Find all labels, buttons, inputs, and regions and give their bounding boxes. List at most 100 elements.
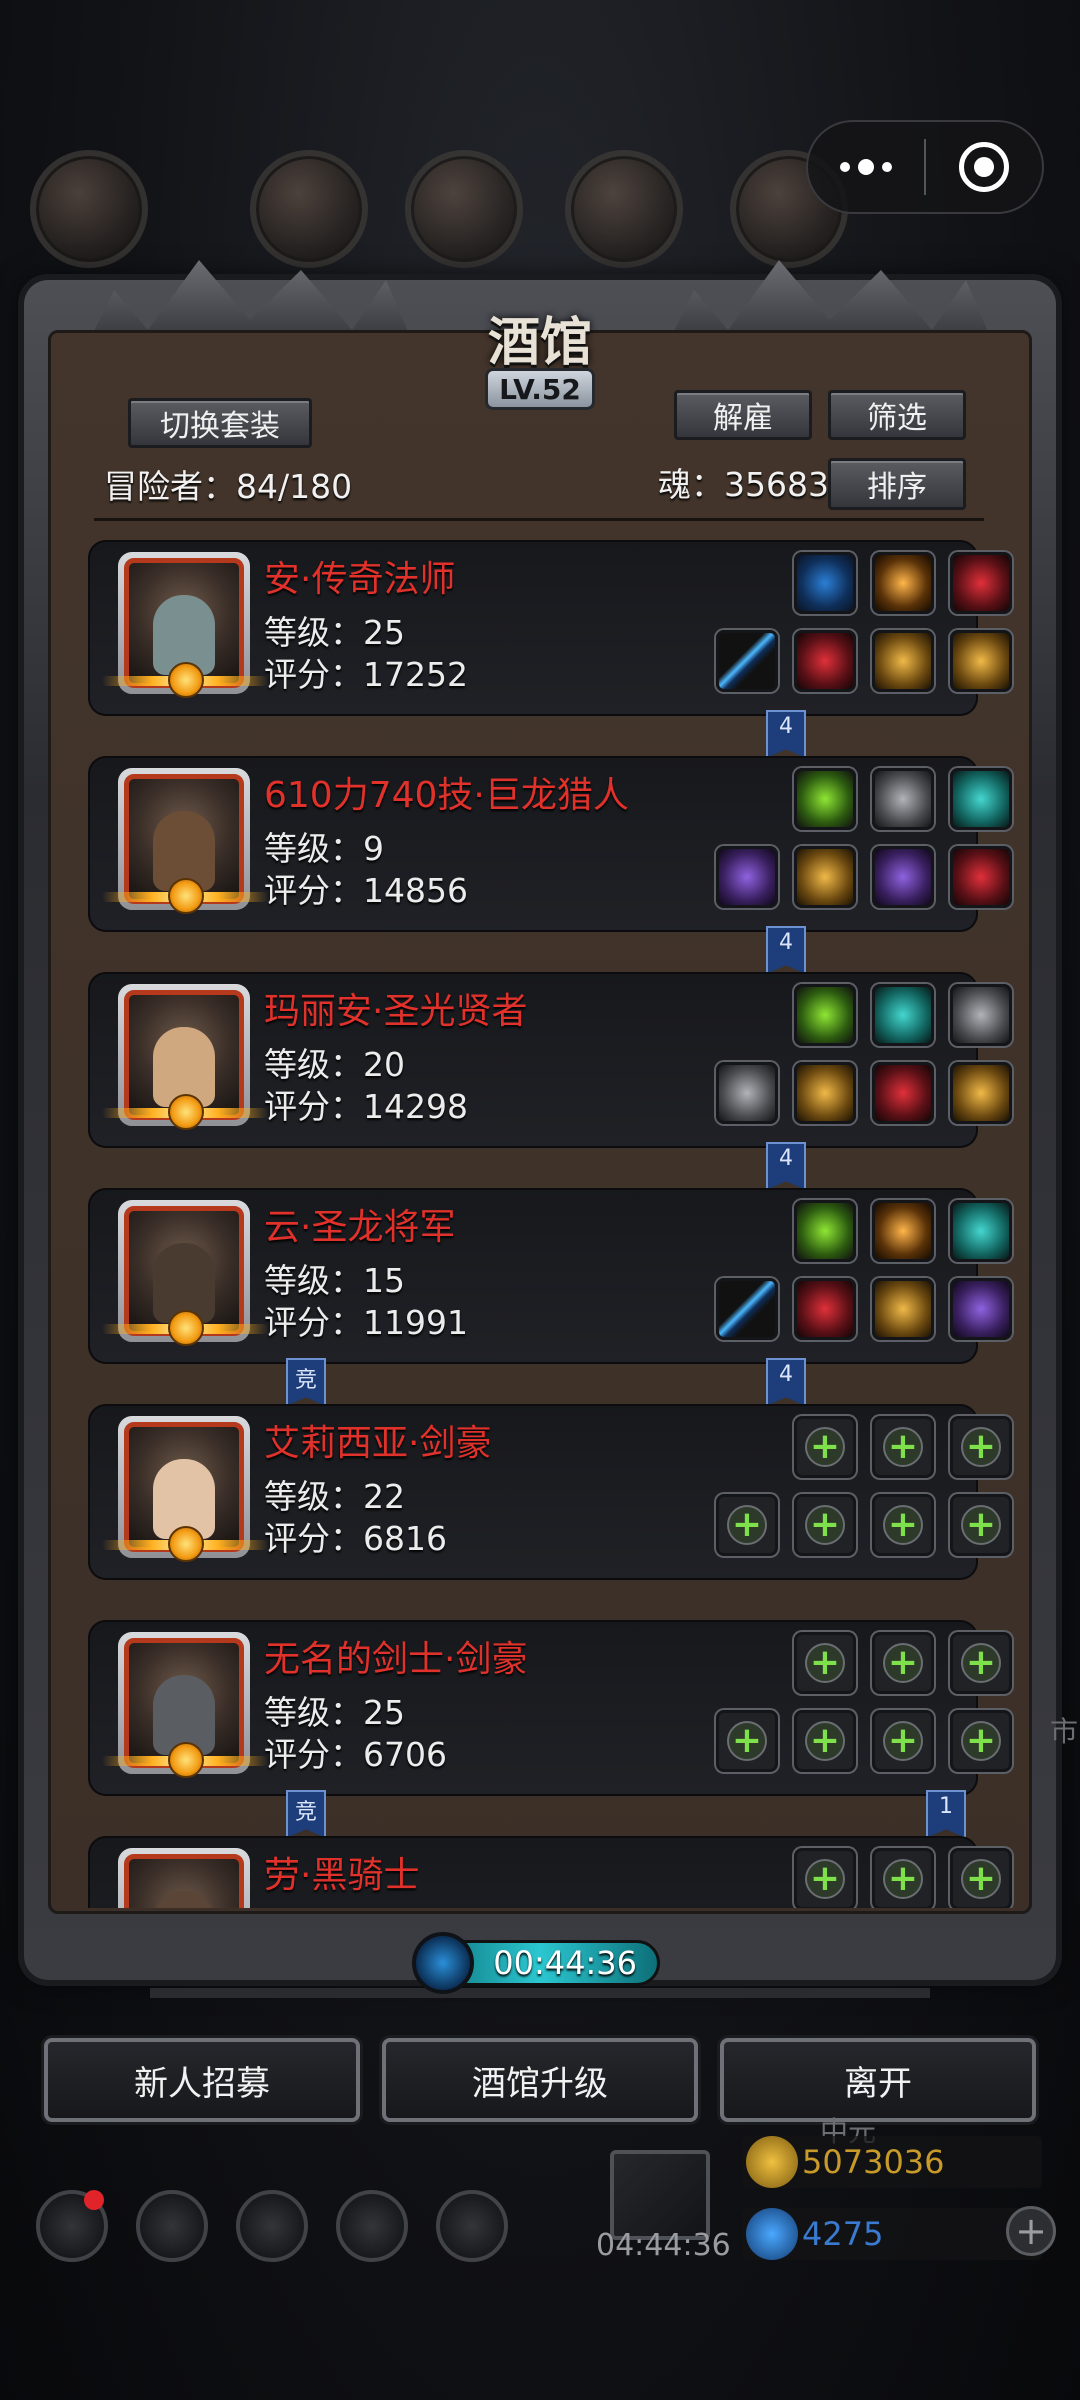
hero-card[interactable]: 劳·黑骑士 + + + xyxy=(88,1836,1012,1908)
hero-score: 评分：6706 xyxy=(264,1735,447,1774)
plus-icon: + xyxy=(805,1721,845,1761)
shield-icon[interactable] xyxy=(950,846,1012,908)
green-crystal-icon[interactable] xyxy=(794,1200,856,1262)
badge-icon[interactable] xyxy=(136,2190,208,2262)
empty-slot-add[interactable]: + xyxy=(716,1710,778,1772)
top-helmet-icon[interactable] xyxy=(250,150,368,268)
empty-slot-add[interactable]: + xyxy=(794,1494,856,1556)
book-icon[interactable] xyxy=(950,630,1012,692)
hero-card[interactable]: 艾莉西亚·剑豪 等级：22 评分：6816 + + + + + + + xyxy=(88,1404,1012,1580)
lantern-icon[interactable] xyxy=(872,552,934,614)
hero-name: 安·传奇法师 xyxy=(264,559,456,600)
empty-slot-add[interactable]: + xyxy=(794,1632,856,1694)
upgrade-tavern-button[interactable]: 酒馆升级 xyxy=(382,2038,698,2122)
chest-armor-icon[interactable] xyxy=(794,1062,856,1124)
empty-slot-add[interactable]: + xyxy=(950,1632,1012,1694)
hero-name: 云·圣龙将军 xyxy=(264,1207,456,1248)
green-crystal-icon[interactable] xyxy=(794,984,856,1046)
armor-icon[interactable] xyxy=(794,846,856,908)
empty-slot-add[interactable]: + xyxy=(872,1848,934,1908)
orb-icon[interactable] xyxy=(794,552,856,614)
hero-level: 等级：20 xyxy=(264,1045,405,1084)
rank-medal-icon xyxy=(168,878,204,914)
ring-icon[interactable] xyxy=(872,630,934,692)
green-crystal-icon[interactable] xyxy=(794,768,856,830)
dismiss-button[interactable]: 解雇 xyxy=(674,390,812,440)
recruit-button[interactable]: 新人招募 xyxy=(44,2038,360,2122)
plus-icon: + xyxy=(883,1643,923,1683)
empty-slot-add[interactable]: + xyxy=(872,1632,934,1694)
adventurer-count: 冒险者：84/180 xyxy=(104,467,353,506)
empty-slot-add[interactable]: + xyxy=(872,1494,934,1556)
close-miniprogram-button[interactable] xyxy=(926,122,1042,212)
hero-card[interactable]: 云·圣龙将军 等级：15 评分：11991 xyxy=(88,1188,1012,1364)
empty-slot-add[interactable]: + xyxy=(950,1710,1012,1772)
gift-icon[interactable] xyxy=(610,2150,710,2240)
codex-icon[interactable] xyxy=(236,2190,308,2262)
top-event-icon[interactable] xyxy=(30,150,148,268)
plus-icon: + xyxy=(883,1505,923,1545)
crossbow-icon[interactable] xyxy=(716,846,778,908)
sort-button[interactable]: 排序 xyxy=(828,458,966,510)
plus-icon: + xyxy=(883,1721,923,1761)
slot-count-tag: 4 xyxy=(766,1358,806,1406)
lantern-icon[interactable] xyxy=(872,1200,934,1262)
teal-gem-icon[interactable] xyxy=(950,768,1012,830)
fur-cloak-icon[interactable] xyxy=(872,768,934,830)
hero-portrait[interactable] xyxy=(118,1848,250,1908)
teal-gem-icon[interactable] xyxy=(950,1200,1012,1262)
soul-count: 魂：35683 xyxy=(658,465,829,504)
empty-slot-add[interactable]: + xyxy=(794,1416,856,1478)
sword-icon[interactable] xyxy=(716,1278,778,1340)
switch-outfit-button[interactable]: 切换套装 xyxy=(128,398,312,448)
hero-level: 等级：15 xyxy=(264,1261,405,1300)
add-currency-button[interactable]: + xyxy=(1006,2206,1056,2256)
plus-icon: + xyxy=(883,1427,923,1467)
empty-slot-add[interactable]: + xyxy=(950,1848,1012,1908)
frame-bottom-bar xyxy=(150,1988,930,1998)
plus-icon: + xyxy=(883,1859,923,1899)
more-button[interactable] xyxy=(808,122,924,212)
amulet-icon[interactable] xyxy=(872,846,934,908)
bag-icon[interactable] xyxy=(436,2190,508,2262)
empty-slot-add[interactable]: + xyxy=(716,1494,778,1556)
staff-icon[interactable] xyxy=(716,630,778,692)
plus-icon: + xyxy=(727,1721,767,1761)
gold-value: 5073036 xyxy=(802,2143,945,2181)
top-chest-icon[interactable] xyxy=(405,150,523,268)
empty-slot-add[interactable]: + xyxy=(872,1710,934,1772)
empty-slot-add[interactable]: + xyxy=(794,1848,856,1908)
plus-icon: + xyxy=(805,1427,845,1467)
hero-score: 评分：14298 xyxy=(264,1087,468,1126)
empty-slot-add[interactable]: + xyxy=(950,1416,1012,1478)
target-close-icon xyxy=(959,142,1009,192)
hero-list[interactable]: 安·传奇法师 等级：25 评分：17252 4 610力740技·巨龙猎人 等级… xyxy=(48,528,1032,1908)
slot-count-tag: 1 xyxy=(926,1790,966,1838)
top-anvil-icon[interactable] xyxy=(565,150,683,268)
leave-button[interactable]: 离开 xyxy=(720,2038,1036,2122)
hammer-icon[interactable] xyxy=(716,1062,778,1124)
bracelet-icon[interactable] xyxy=(950,1278,1012,1340)
hero-card[interactable]: 610力740技·巨龙猎人 等级：9 评分：14856 xyxy=(88,756,1012,932)
empty-slot-add[interactable]: + xyxy=(872,1416,934,1478)
plus-icon: + xyxy=(805,1505,845,1545)
empty-slot-add[interactable]: + xyxy=(794,1710,856,1772)
potion-icon[interactable] xyxy=(950,984,1012,1046)
mask-icon[interactable] xyxy=(950,1062,1012,1124)
peek-text-side: 市 xyxy=(1050,1715,1079,1748)
filter-button[interactable]: 筛选 xyxy=(828,390,966,440)
gift-timer: 04:44:36 xyxy=(596,2228,731,2263)
notification-dot xyxy=(84,2190,104,2210)
mail-icon[interactable] xyxy=(336,2190,408,2262)
hero-level: 等级：25 xyxy=(264,613,405,652)
robe-icon[interactable] xyxy=(794,630,856,692)
ring-icon[interactable] xyxy=(872,1278,934,1340)
eye-charm-icon[interactable] xyxy=(872,1062,934,1124)
hero-card[interactable]: 安·传奇法师 等级：25 评分：17252 xyxy=(88,540,1012,716)
ruby-icon[interactable] xyxy=(950,552,1012,614)
gauntlet-icon[interactable] xyxy=(794,1278,856,1340)
hero-card[interactable]: 玛丽安·圣光贤者 等级：20 评分：14298 xyxy=(88,972,1012,1148)
empty-slot-add[interactable]: + xyxy=(950,1494,1012,1556)
hero-card[interactable]: 无名的剑士·剑豪 等级：25 评分：6706 + + + + + + + xyxy=(88,1620,1012,1796)
teal-gem-icon[interactable] xyxy=(872,984,934,1046)
